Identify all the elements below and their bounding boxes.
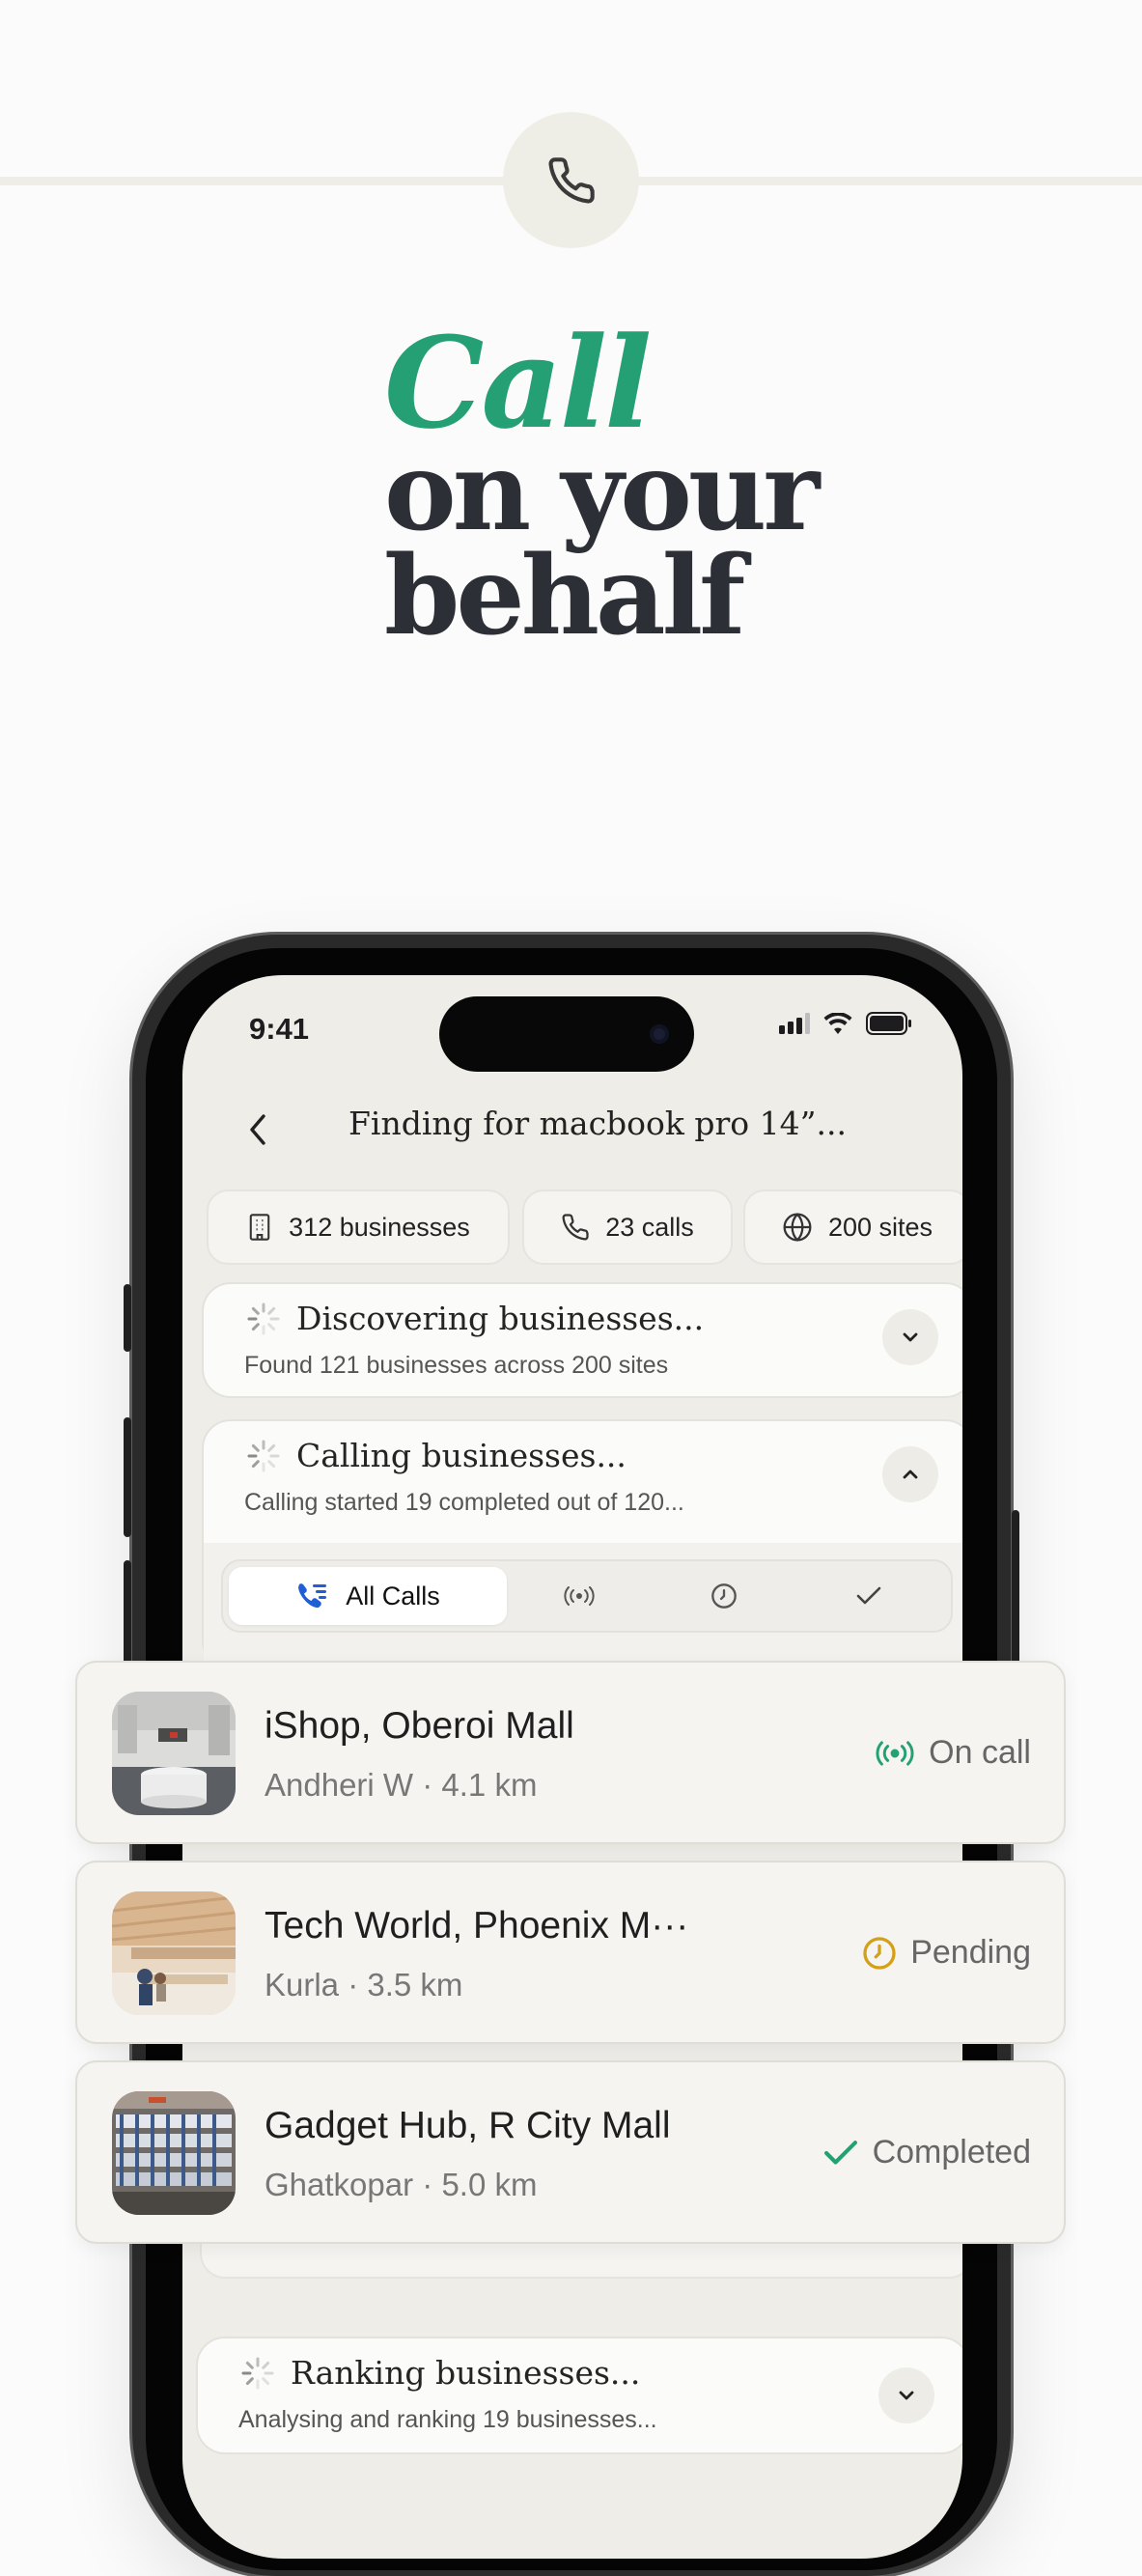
tab-all-calls[interactable]: All Calls [229,1567,507,1625]
step-subtitle: Analysing and ranking 19 businesses... [238,2406,657,2433]
broadcast-icon [564,1586,595,1606]
business-name: iShop, Oberoi Mall [265,1705,574,1747]
business-name: Gadget Hub, R City Mall [265,2105,671,2146]
back-button[interactable] [238,1101,277,1159]
call-result-card[interactable]: Gadget Hub, R City Mall Ghatkopar · 5.0 … [75,2060,1066,2244]
business-distance: 5.0 km [441,2167,538,2202]
step-subtitle: Found 121 businesses across 200 sites [244,1352,669,1379]
tab-label: All Calls [346,1581,440,1610]
separator: · [422,1767,433,1803]
business-photo [112,1692,236,1815]
building-icon [249,1214,270,1241]
business-area: Andheri W [265,1767,414,1803]
page-title: Finding for macbook pro 14”... [348,1105,847,1142]
phone-icon [547,156,595,204]
stat-chip-sites[interactable]: 200 sites [743,1190,962,1265]
dynamic-island [439,996,694,1072]
clock-icon [711,1583,737,1609]
signal-icon [779,1013,810,1034]
check-icon [856,1586,881,1605]
battery-icon [866,1012,911,1035]
business-area: Ghatkopar [265,2167,414,2202]
headline-line-3: behalf [384,533,745,659]
call-filter-tabs: All Calls [221,1559,953,1633]
business-name: Tech World, Phoenix M··· [265,1905,689,1946]
collapse-button[interactable] [882,1446,938,1502]
broadcast-icon [876,1740,914,1766]
loading-spinner-icon [247,1302,280,1335]
tab-pending[interactable] [652,1567,796,1625]
headline-line-2: on your [384,429,820,555]
business-distance: 4.1 km [441,1767,538,1803]
expand-button[interactable] [878,2367,934,2423]
call-status: Completed [822,2134,1031,2171]
tab-on-call[interactable] [507,1567,652,1625]
business-photo [112,1891,236,2015]
volume-up-button [124,1417,131,1537]
hero-headline: Call on your behalf [384,309,820,659]
camera-icon [650,1024,669,1044]
wifi-icon [823,1013,852,1034]
step-title: Ranking businesses... [291,2354,641,2392]
stat-chip-businesses[interactable]: 312 businesses [207,1190,510,1265]
side-button [124,1284,131,1352]
step-title: Calling businesses... [296,1437,627,1474]
status-icons [779,1012,912,1035]
phone-icon [562,1214,589,1241]
status-label: Pending [910,1934,1031,1971]
business-area: Kurla [265,1967,340,2002]
status-label: On call [929,1734,1031,1771]
tab-completed[interactable] [796,1567,941,1625]
call-result-card[interactable]: Tech World, Phoenix M··· Kurla · 3.5 km … [75,1861,1066,2044]
headline-accent: Call [384,309,652,457]
stat-chip-calls[interactable]: 23 calls [522,1190,733,1265]
chevron-down-icon [903,1332,918,1342]
status-label: Completed [872,2134,1031,2170]
chevron-up-icon [903,1470,918,1479]
stat-label: 200 sites [827,1212,933,1242]
business-photo [112,2091,236,2215]
expand-button[interactable] [882,1309,938,1365]
step-title: Discovering businesses... [296,1300,705,1337]
stats-chips: 312 businesses 23 calls 200 sites [207,1190,962,1265]
stat-label: 312 businesses [289,1212,470,1242]
chevron-left-icon [250,1114,265,1145]
business-location: Andheri W · 4.1 km [265,1767,537,1804]
step-subtitle: Calling started 19 completed out of 120.… [244,1489,684,1516]
separator: · [348,1967,359,2002]
call-status: On call [875,1734,1031,1772]
stat-label: 23 calls [605,1212,694,1242]
separator: · [422,2167,433,2202]
business-distance: 3.5 km [367,1967,463,2002]
call-list-icon [298,1583,327,1609]
business-location: Kurla · 3.5 km [265,1967,462,2003]
step-card-discovering[interactable]: Discovering businesses... Found 121 busi… [202,1282,962,1398]
clock-icon [863,1936,896,1970]
phone-badge [503,112,639,248]
step-card-ranking[interactable]: Ranking businesses... Analysing and rank… [196,2337,962,2454]
loading-spinner-icon [241,2357,274,2390]
check-icon [823,2140,857,2165]
status-time: 9:41 [249,1012,310,1046]
loading-spinner-icon [247,1440,280,1472]
globe-icon [783,1213,812,1242]
business-location: Ghatkopar · 5.0 km [265,2167,537,2203]
call-result-card[interactable]: iShop, Oberoi Mall Andheri W · 4.1 km On… [75,1661,1066,1844]
call-status: Pending [862,1934,1031,1972]
chevron-down-icon [899,2391,914,2400]
